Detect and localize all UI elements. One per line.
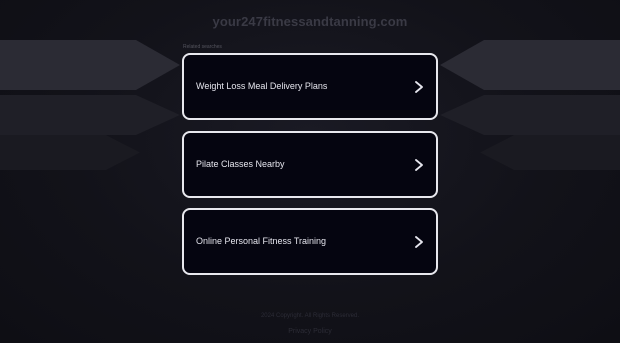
search-item-weight-loss-meal-delivery[interactable]: Weight Loss Meal Delivery Plans xyxy=(182,53,438,120)
chevron-right-icon xyxy=(415,158,423,171)
search-item-label: Online Personal Fitness Training xyxy=(196,236,327,246)
decorative-shape-left-2 xyxy=(0,95,180,135)
page: your247fitnessandtanning.com Related sea… xyxy=(0,0,620,343)
decorative-shape-right-3 xyxy=(480,135,620,170)
related-searches-label: Related searches xyxy=(183,44,222,50)
domain-title: your247fitnessandtanning.com xyxy=(212,14,408,29)
chevron-right-icon xyxy=(415,236,423,248)
search-item-pilate-classes[interactable]: Pilate Classes Nearby xyxy=(182,130,438,198)
decorative-shape-left-1 xyxy=(0,40,180,90)
decorative-shape-right-2 xyxy=(440,95,620,135)
related-searches-list: Weight Loss Meal Delivery Plans Pilate C… xyxy=(182,53,438,286)
search-item-label: Weight Loss Meal Delivery Plans xyxy=(196,81,328,91)
decorative-shape-right-1 xyxy=(440,40,620,90)
search-item-online-personal-training[interactable]: Online Personal Fitness Training xyxy=(182,208,438,275)
decorative-shape-left-3 xyxy=(0,135,140,170)
copyright-text: 2024 Copyright. All Rights Reserved. xyxy=(260,313,360,319)
privacy-policy-link[interactable]: Privacy Policy xyxy=(0,328,620,335)
chevron-right-icon xyxy=(415,81,423,93)
search-item-label: Pilate Classes Nearby xyxy=(196,158,285,169)
